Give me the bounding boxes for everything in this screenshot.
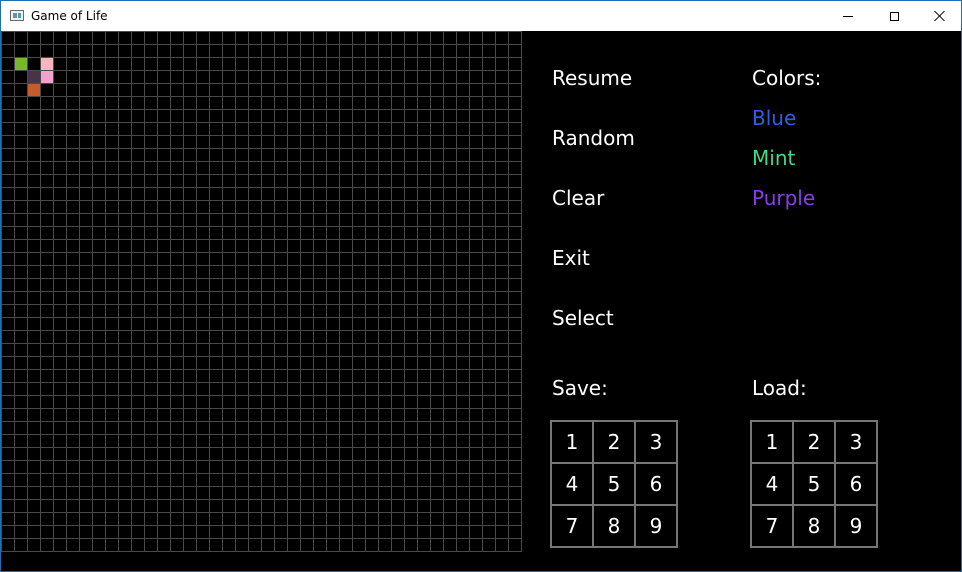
exit-button[interactable]: Exit bbox=[552, 246, 590, 270]
window-title: Game of Life bbox=[31, 9, 108, 23]
load-slots: 1 2 3 4 5 6 7 8 9 bbox=[750, 420, 878, 548]
save-slot-9[interactable]: 9 bbox=[636, 506, 678, 548]
save-heading: Save: bbox=[552, 376, 608, 400]
select-button[interactable]: Select bbox=[552, 306, 614, 330]
close-icon bbox=[934, 10, 946, 22]
maximize-icon bbox=[889, 11, 899, 21]
life-board[interactable] bbox=[1, 31, 522, 552]
game-window: Game of Life Resume Random Clear Exit Se… bbox=[0, 0, 962, 572]
save-slot-5[interactable]: 5 bbox=[594, 464, 636, 506]
colors-heading: Colors: bbox=[752, 66, 822, 90]
load-slot-6[interactable]: 6 bbox=[836, 464, 878, 506]
load-slot-4[interactable]: 4 bbox=[752, 464, 794, 506]
load-slot-2[interactable]: 2 bbox=[794, 422, 836, 464]
save-slot-1[interactable]: 1 bbox=[552, 422, 594, 464]
load-slot-9[interactable]: 9 bbox=[836, 506, 878, 548]
maximize-button[interactable] bbox=[871, 1, 917, 31]
save-slot-7[interactable]: 7 bbox=[552, 506, 594, 548]
load-slot-3[interactable]: 3 bbox=[836, 422, 878, 464]
load-slot-8[interactable]: 8 bbox=[794, 506, 836, 548]
save-slot-4[interactable]: 4 bbox=[552, 464, 594, 506]
app-icon bbox=[10, 10, 24, 21]
live-cell[interactable] bbox=[40, 70, 53, 83]
random-button[interactable]: Random bbox=[552, 126, 635, 150]
grid-lines bbox=[1, 31, 522, 552]
load-slot-7[interactable]: 7 bbox=[752, 506, 794, 548]
title-bar: Game of Life bbox=[1, 1, 961, 31]
minimize-icon bbox=[843, 15, 853, 17]
live-cell[interactable] bbox=[27, 83, 40, 96]
save-slot-3[interactable]: 3 bbox=[636, 422, 678, 464]
color-option-mint[interactable]: Mint bbox=[752, 146, 795, 170]
minimize-button[interactable] bbox=[825, 1, 871, 31]
live-cell[interactable] bbox=[27, 70, 40, 83]
save-slot-8[interactable]: 8 bbox=[594, 506, 636, 548]
resume-button[interactable]: Resume bbox=[552, 66, 632, 90]
board-grid[interactable] bbox=[1, 31, 522, 552]
close-button[interactable] bbox=[917, 1, 961, 31]
load-slot-5[interactable]: 5 bbox=[794, 464, 836, 506]
load-slot-1[interactable]: 1 bbox=[752, 422, 794, 464]
color-option-blue[interactable]: Blue bbox=[752, 106, 796, 130]
live-cell[interactable] bbox=[40, 57, 53, 70]
clear-button[interactable]: Clear bbox=[552, 186, 604, 210]
save-slot-2[interactable]: 2 bbox=[594, 422, 636, 464]
save-slot-6[interactable]: 6 bbox=[636, 464, 678, 506]
load-heading: Load: bbox=[752, 376, 807, 400]
live-cell[interactable] bbox=[14, 57, 27, 70]
color-option-purple[interactable]: Purple bbox=[752, 186, 815, 210]
save-slots: 1 2 3 4 5 6 7 8 9 bbox=[550, 420, 678, 548]
